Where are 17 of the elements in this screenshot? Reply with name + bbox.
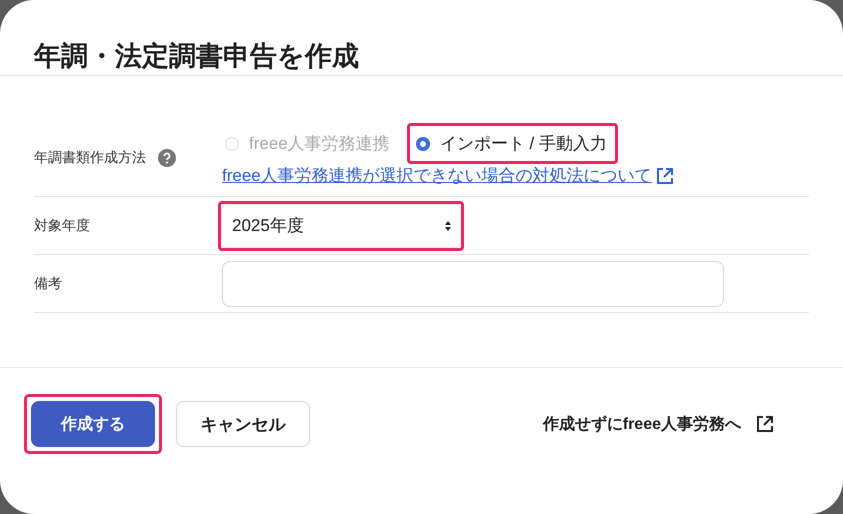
cancel-button[interactable]: キャンセル — [176, 401, 310, 447]
dialog-title: 年調・法定調書申告を作成 — [32, 40, 360, 73]
note-input[interactable] — [222, 260, 724, 306]
external-link-icon — [654, 166, 675, 186]
radio-label: freee人事労務連携 — [249, 133, 390, 155]
year-select[interactable]: 2025年度 — [221, 204, 461, 248]
hr-link[interactable]: 作成せずにfreee人事労務へ — [542, 414, 775, 434]
field-label: 年調書類作成方法 — [34, 149, 146, 167]
radio-button[interactable] — [416, 136, 430, 150]
field-label: 対象年度 — [34, 216, 90, 234]
updown-icon — [444, 220, 452, 232]
field-label: 備考 — [34, 274, 62, 292]
help-icon[interactable] — [158, 149, 176, 167]
create-button[interactable]: 作成する — [31, 401, 155, 447]
external-link-icon — [755, 414, 775, 434]
help-link[interactable]: freee人事労務連携が選択できない場合の対処法について — [222, 164, 809, 187]
radio-label: インポート / 手動入力 — [440, 133, 607, 155]
